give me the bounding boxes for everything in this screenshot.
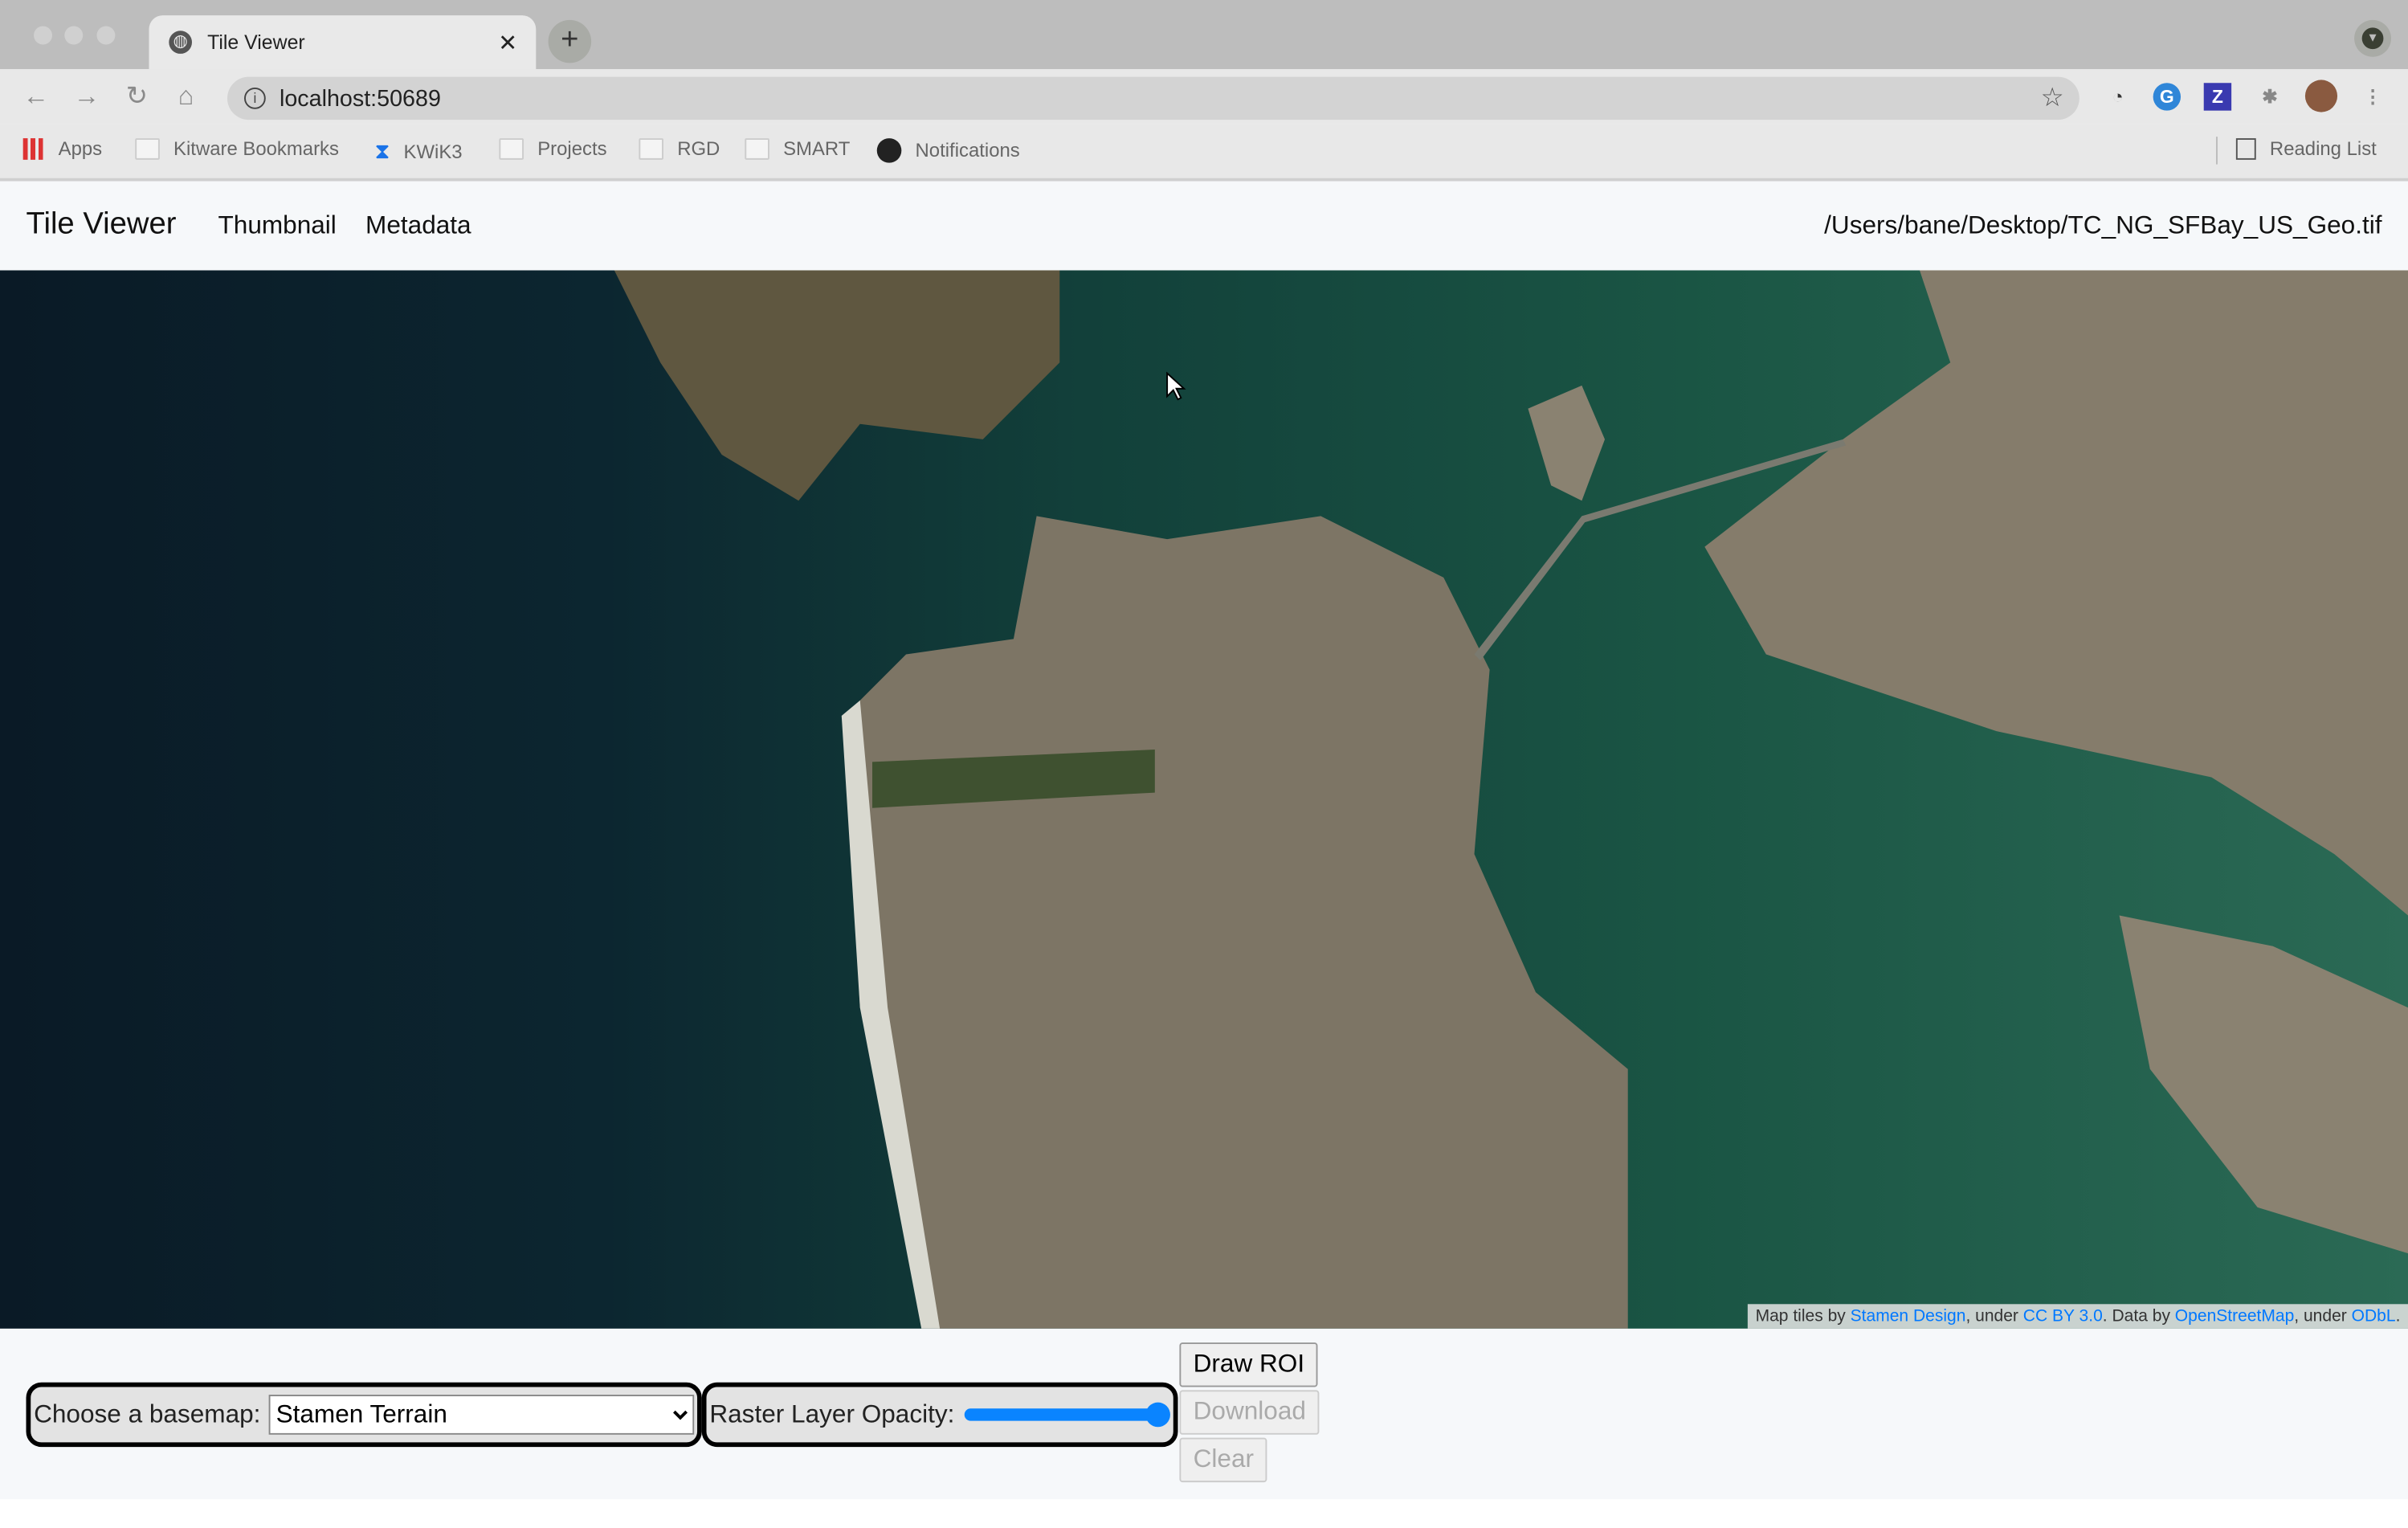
bookmark-label: Apps [58, 138, 103, 160]
bookmark-kwik3[interactable]: ⧗ KWiK3 [375, 138, 463, 165]
attribution-text: , under [1965, 1307, 2023, 1326]
bookmark-label: Notifications [915, 139, 1020, 161]
app-brand[interactable]: Tile Viewer [27, 207, 177, 243]
slider-thumb[interactable] [1145, 1402, 1170, 1428]
apps-grid-icon [22, 138, 45, 160]
basemap-label: Choose a basemap: [34, 1399, 261, 1428]
nav-thumbnail[interactable]: Thumbnail [218, 212, 337, 241]
speed-extension-icon[interactable]: ◔ [2104, 83, 2131, 110]
bookmark-label: RGD [677, 138, 720, 160]
osm-link[interactable]: OpenStreetMap [2175, 1307, 2294, 1326]
download-button[interactable]: Download [1179, 1390, 1320, 1435]
clear-button[interactable]: Clear [1179, 1437, 1268, 1483]
nav-metadata[interactable]: Metadata [365, 212, 471, 241]
bookmark-rgd[interactable]: RGD [639, 138, 720, 160]
oakland-airport [2119, 915, 2408, 1254]
cc-by-link[interactable]: CC BY 3.0 [2023, 1307, 2103, 1326]
home-icon[interactable]: ⌂ [178, 81, 194, 112]
bookmark-notifications[interactable]: Notifications [876, 138, 1020, 163]
controls-panel: Choose a basemap: Stamen Terrain Raster … [0, 1328, 2408, 1500]
more-menu-icon[interactable]: ⋮ [2359, 83, 2386, 110]
bookmark-apps[interactable]: Apps [22, 138, 103, 160]
attribution-text: . [2395, 1307, 2401, 1326]
bookmark-label: SMART [783, 138, 851, 160]
bookmarks-bar: Apps Kitware Bookmarks ⧗ KWiK3 Projects R… [0, 124, 2408, 182]
folder-icon [745, 138, 769, 160]
bookmark-smart[interactable]: SMART [745, 138, 850, 160]
hourglass-icon: ⧗ [374, 138, 390, 163]
folder-icon [135, 138, 160, 160]
reading-list-button[interactable]: Reading List [2235, 138, 2377, 160]
opacity-group: Raster Layer Opacity: [701, 1382, 1178, 1448]
file-path: /Users/bane/Desktop/TC_NG_SFBay_US_Geo.t… [1824, 211, 2382, 240]
app-navbar: Tile Viewer Thumbnail Metadata /Users/ba… [0, 181, 2408, 271]
folder-icon [499, 138, 524, 160]
address-bar[interactable]: i localhost:50689 ☆ [227, 76, 2079, 121]
chevron-down-icon: ▼ [2361, 27, 2384, 50]
treasure-island [1528, 385, 1606, 501]
tab-title: Tile Viewer [207, 31, 305, 54]
attribution-text: . Data by [2102, 1307, 2175, 1326]
basemap-group: Choose a basemap: Stamen Terrain [26, 1382, 702, 1448]
attribution-text: , under [2294, 1307, 2352, 1326]
odbl-link[interactable]: ODbL [2352, 1307, 2396, 1326]
bookmark-label: KWiK3 [403, 140, 463, 162]
bookmark-projects[interactable]: Projects [499, 138, 607, 160]
stamen-link[interactable]: Stamen Design [1851, 1307, 1966, 1326]
folder-icon [639, 138, 663, 160]
new-tab-button[interactable]: + [548, 19, 592, 63]
east-bay-land [1704, 270, 2408, 916]
close-window-button[interactable] [34, 26, 53, 45]
close-tab-icon[interactable]: ✕ [498, 28, 517, 56]
github-icon [876, 138, 902, 163]
reload-icon[interactable]: ↻ [126, 81, 148, 112]
globe-icon: ◍ [169, 31, 192, 54]
forward-icon[interactable]: → [74, 81, 100, 112]
info-icon[interactable]: i [244, 87, 266, 109]
minimize-window-button[interactable] [64, 26, 84, 45]
extensions-puzzle-icon[interactable]: ✱ [2256, 83, 2284, 110]
marin-headlands [614, 270, 1060, 501]
reading-list-icon [2235, 138, 2256, 160]
profile-avatar[interactable] [2304, 80, 2338, 112]
basemap-select[interactable]: Stamen Terrain [268, 1395, 694, 1435]
bookmark-label: Kitware Bookmarks [173, 138, 339, 160]
san-francisco-land [844, 516, 1628, 1329]
attribution-text: Map tiles by [1755, 1307, 1851, 1326]
satellite-raster-layer [614, 270, 2408, 1329]
browser-tab[interactable]: ◍ Tile Viewer ✕ [149, 15, 537, 70]
browser-toolbar: ← → ↻ ⌂ i localhost:50689 ☆ ◔ G Z ✱ ⋮ [0, 69, 2408, 125]
opacity-label: Raster Layer Opacity: [709, 1399, 955, 1428]
divider [2216, 137, 2218, 165]
tab-search-button[interactable]: ▼ [2354, 19, 2391, 57]
bookmark-kitware[interactable]: Kitware Bookmarks [135, 138, 339, 160]
reading-list-label: Reading List [2269, 138, 2377, 160]
browser-tab-bar: ◍ Tile Viewer ✕ + ▼ [0, 0, 2408, 70]
mouse-cursor-icon [1166, 371, 1186, 401]
maximize-window-button[interactable] [96, 26, 116, 45]
url-text[interactable]: localhost:50689 [280, 86, 441, 112]
grammarly-extension-icon[interactable]: G [2153, 83, 2181, 111]
map-viewer[interactable]: Map tiles by Stamen Design, under CC BY … [0, 270, 2408, 1329]
bookmark-label: Projects [537, 138, 607, 160]
zotero-extension-icon[interactable]: Z [2203, 83, 2232, 111]
back-icon[interactable]: ← [23, 81, 50, 112]
bookmark-star-icon[interactable]: ☆ [2041, 83, 2064, 113]
opacity-slider[interactable] [963, 1402, 1170, 1428]
draw-roi-button[interactable]: Draw ROI [1179, 1342, 1319, 1387]
map-attribution: Map tiles by Stamen Design, under CC BY … [1748, 1304, 2408, 1329]
